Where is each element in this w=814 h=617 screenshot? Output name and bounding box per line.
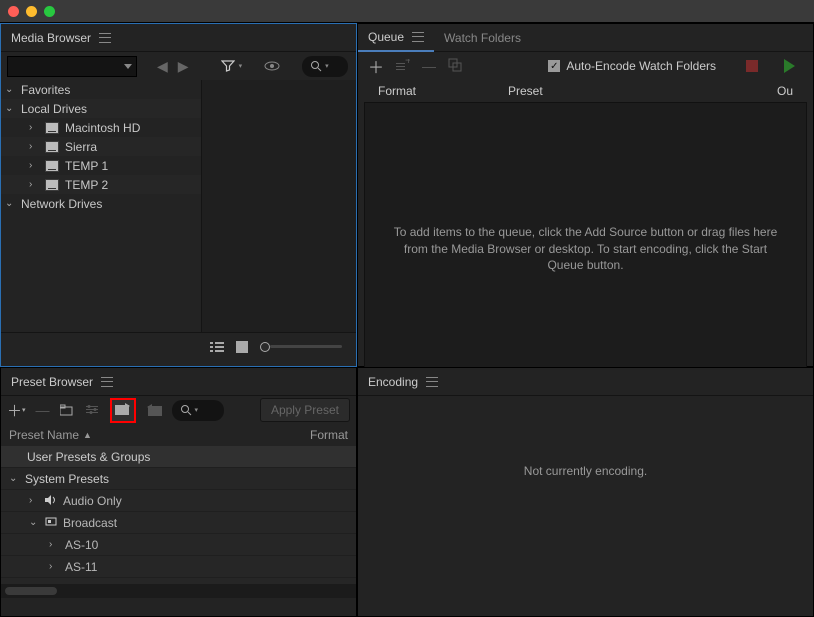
media-browser-toolbar: ◀ ▶ ▾ ▾	[1, 52, 356, 80]
window-maximize-dot[interactable]	[44, 6, 55, 17]
zoom-slider-handle[interactable]	[260, 342, 270, 352]
tree-local-drives[interactable]: Local Drives	[21, 102, 87, 116]
preset-item[interactable]: ›AS-10	[1, 534, 356, 556]
preset-browser-panel: Preset Browser ＋▾ — ▾ Apply Preset Prese…	[0, 367, 357, 617]
add-output-button[interactable]: +	[396, 59, 410, 74]
encoding-status: Not currently encoding.	[524, 464, 647, 478]
column-preset-name[interactable]: Preset Name▲	[9, 428, 310, 442]
duplicate-button[interactable]	[448, 58, 462, 75]
media-tree[interactable]: ⌄ Favorites ⌄ Local Drives › Macintosh HD ›…	[1, 80, 201, 332]
zoom-slider-track[interactable]	[270, 345, 342, 348]
queue-panel: Queue Watch Folders ＋ + — ✓ Auto-Encode …	[357, 23, 814, 367]
auto-encode-label: Auto-Encode Watch Folders	[566, 59, 716, 73]
preset-category[interactable]: ›Audio Only	[1, 490, 356, 512]
chevron-right-icon[interactable]: ›	[29, 160, 39, 171]
add-source-button[interactable]: ＋	[368, 54, 384, 78]
preset-list[interactable]: User Presets & Groups ⌄System Presets ›A…	[1, 446, 356, 584]
tab-watch-folders[interactable]: Watch Folders	[434, 25, 531, 51]
sort-ascending-icon: ▲	[83, 430, 92, 440]
preset-search-input[interactable]: ▾	[172, 400, 224, 421]
drive-item[interactable]: TEMP 2	[65, 178, 108, 192]
drive-item[interactable]: Macintosh HD	[65, 121, 140, 135]
panel-menu-icon[interactable]	[426, 377, 438, 387]
new-group-button[interactable]	[60, 404, 76, 416]
audio-icon	[45, 494, 57, 508]
svg-text:+: +	[405, 59, 410, 67]
column-preset[interactable]: Preset	[508, 84, 763, 98]
encoding-panel: Encoding Not currently encoding.	[357, 367, 814, 617]
search-input[interactable]: ▾	[302, 56, 348, 77]
path-combo[interactable]	[7, 56, 137, 77]
tab-encoding[interactable]: Encoding	[358, 369, 448, 395]
remove-button[interactable]: —	[422, 58, 436, 74]
search-icon	[310, 60, 322, 72]
chevron-down-icon[interactable]: ⌄	[5, 103, 15, 114]
tab-label: Media Browser	[11, 31, 91, 45]
forward-button[interactable]: ▶	[176, 56, 191, 77]
drive-item[interactable]: Sierra	[65, 140, 97, 154]
auto-encode-checkbox[interactable]: ✓	[548, 60, 560, 72]
list-view-icon[interactable]	[210, 341, 224, 353]
drive-icon	[45, 160, 59, 172]
broadcast-icon	[45, 516, 57, 530]
column-format[interactable]: Format	[378, 84, 508, 98]
tab-label: Encoding	[368, 375, 418, 389]
apply-preset-button[interactable]: Apply Preset	[260, 398, 350, 422]
stop-queue-button[interactable]	[746, 60, 758, 72]
window-minimize-dot[interactable]	[26, 6, 37, 17]
tab-label: Preset Browser	[11, 375, 93, 389]
chevron-right-icon[interactable]: ›	[29, 179, 39, 190]
drive-icon	[45, 122, 59, 134]
horizontal-scrollbar[interactable]	[1, 584, 356, 598]
new-preset-button[interactable]: ＋▾	[7, 400, 26, 421]
media-browser-panel: Media Browser ◀ ▶ ▾ ▾ ⌄ Favorites ⌄ Local …	[0, 23, 357, 367]
chevron-down-icon[interactable]: ⌄	[5, 198, 15, 209]
preset-settings-button[interactable]	[86, 404, 100, 416]
queue-empty-message: To add items to the queue, click the Add…	[385, 224, 786, 274]
drive-icon	[45, 179, 59, 191]
import-preset-button[interactable]	[110, 398, 136, 423]
tab-label: Watch Folders	[444, 31, 521, 45]
start-queue-button[interactable]	[784, 59, 795, 73]
chevron-right-icon[interactable]: ›	[29, 141, 39, 152]
column-output[interactable]: Ou	[763, 84, 793, 98]
system-presets-group[interactable]: ⌄System Presets	[1, 468, 356, 490]
drive-icon	[45, 141, 59, 153]
ingest-icon[interactable]	[264, 60, 280, 72]
export-preset-button[interactable]	[146, 404, 162, 416]
delete-preset-button[interactable]: —	[36, 402, 50, 418]
chevron-down-icon[interactable]: ⌄	[5, 84, 15, 95]
panel-menu-icon[interactable]	[101, 377, 113, 387]
filter-icon[interactable]	[221, 59, 235, 73]
drive-item[interactable]: TEMP 1	[65, 159, 108, 173]
preset-item[interactable]: ›AS-11	[1, 556, 356, 578]
window-close-dot[interactable]	[8, 6, 19, 17]
macos-titlebar	[0, 0, 814, 23]
tree-network-drives[interactable]: Network Drives	[21, 197, 102, 211]
search-icon	[180, 404, 192, 416]
tab-media-browser[interactable]: Media Browser	[1, 25, 121, 51]
tab-queue[interactable]: Queue	[358, 24, 434, 52]
preset-category[interactable]: ⌄Broadcast	[1, 512, 356, 534]
user-presets-group[interactable]: User Presets & Groups	[1, 446, 356, 468]
back-button[interactable]: ◀	[155, 56, 170, 77]
thumbnail-view-icon[interactable]	[236, 341, 248, 353]
tab-preset-browser[interactable]: Preset Browser	[1, 369, 123, 395]
chevron-down-icon	[124, 64, 132, 69]
panel-menu-icon[interactable]	[412, 32, 424, 42]
column-format[interactable]: Format	[310, 428, 348, 442]
queue-drop-area[interactable]: To add items to the queue, click the Add…	[364, 102, 807, 396]
media-preview-area	[201, 80, 356, 332]
panel-menu-icon[interactable]	[99, 33, 111, 43]
tree-favorites[interactable]: Favorites	[21, 83, 70, 97]
chevron-right-icon[interactable]: ›	[29, 122, 39, 133]
tab-label: Queue	[368, 30, 404, 44]
